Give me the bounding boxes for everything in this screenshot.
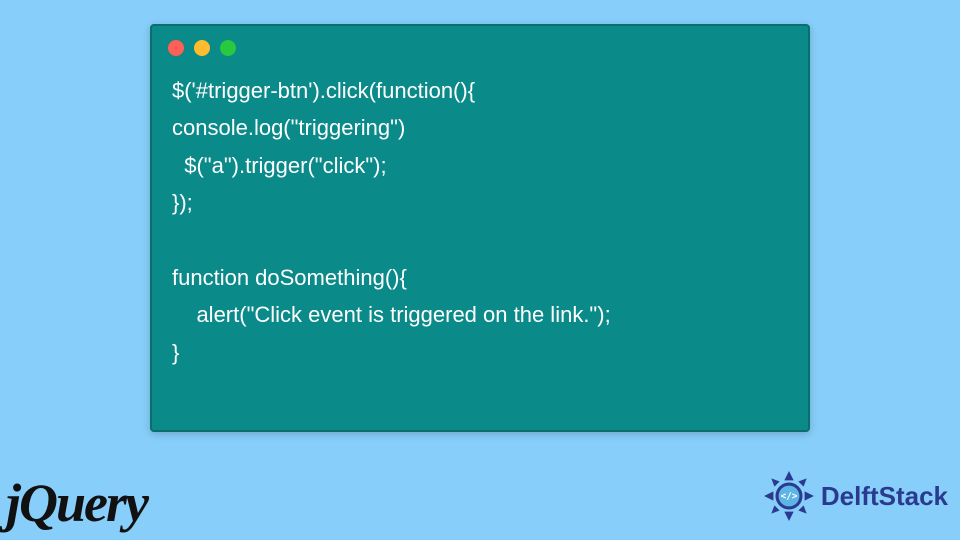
code-block: $('#trigger-btn').click(function(){ cons… [152,64,808,387]
window-controls [152,26,808,64]
maximize-icon [220,40,236,56]
minimize-icon [194,40,210,56]
delftstack-logo: </> DelftStack [763,470,948,522]
svg-text:</>: </> [780,491,797,502]
delftstack-text: DelftStack [821,481,948,512]
jquery-logo: jQuery [6,467,147,536]
close-icon [168,40,184,56]
jquery-logo-text: jQuery [6,473,147,533]
delftstack-icon: </> [763,470,815,522]
code-window: $('#trigger-btn').click(function(){ cons… [150,24,810,432]
